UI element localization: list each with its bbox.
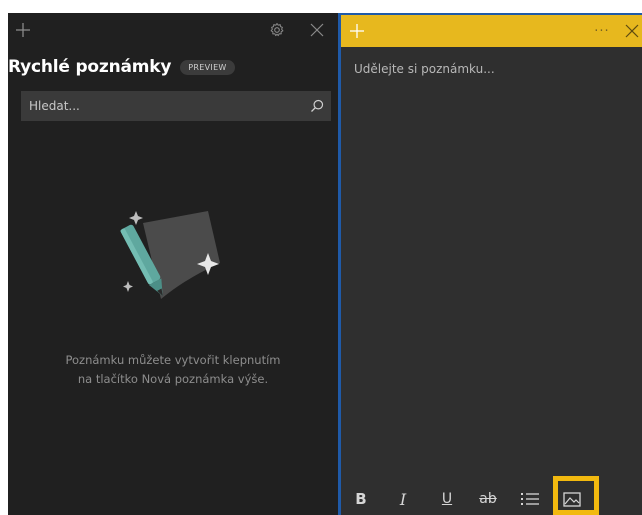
close-icon [625, 24, 639, 38]
more-icon: ··· [594, 23, 610, 39]
bold-button[interactable]: B [346, 483, 376, 515]
app-title-row: Rychlé poznámky PREVIEW [8, 57, 235, 77]
italic-button[interactable]: I [388, 483, 418, 515]
sparkle-icon [123, 281, 133, 292]
empty-state-message: Poznámku můžete vytvořit klepnutím na tl… [8, 351, 338, 389]
sparkle-icon [129, 211, 143, 225]
strikethrough-button[interactable]: ab [473, 483, 503, 515]
plus-icon [350, 24, 364, 38]
bulleted-list-button[interactable] [515, 483, 545, 515]
close-notes-list-button[interactable] [306, 19, 328, 41]
add-image-button[interactable] [557, 483, 587, 515]
image-icon [563, 491, 581, 507]
note-editor-panel: ··· Udělejte si poznámku... B I U ab [341, 15, 642, 515]
search-box [21, 91, 331, 121]
search-icon[interactable] [303, 91, 331, 121]
empty-notes-illustration [113, 201, 233, 321]
preview-badge: PREVIEW [180, 59, 235, 75]
search-input[interactable] [21, 91, 303, 121]
note-text-area[interactable]: Udělejte si poznámku... [354, 62, 634, 76]
settings-button[interactable] [266, 19, 288, 41]
list-icon [521, 493, 539, 505]
note-header[interactable]: ··· [341, 15, 642, 47]
underline-button[interactable]: U [432, 483, 462, 515]
format-toolbar: B I U ab [341, 483, 642, 515]
empty-message-line-2: na tlačítko Nová poznámka výše. [77, 372, 269, 386]
note-close-button[interactable] [621, 20, 642, 42]
screen: Rychlé poznámky PREVIEW Hledat... Poznám… [0, 0, 642, 515]
plus-icon [16, 23, 30, 37]
close-icon [310, 23, 324, 37]
note-menu-button[interactable]: ··· [591, 20, 613, 42]
gear-icon [270, 23, 284, 37]
notes-list-panel: Rychlé poznámky PREVIEW Hledat... Poznám… [8, 13, 338, 515]
note-new-button[interactable] [346, 20, 368, 42]
new-note-button[interactable] [12, 19, 34, 41]
notes-list-topbar [8, 13, 338, 45]
empty-message-line-1: Poznámku můžete vytvořit klepnutím [65, 353, 281, 367]
app-title: Rychlé poznámky [8, 57, 172, 77]
